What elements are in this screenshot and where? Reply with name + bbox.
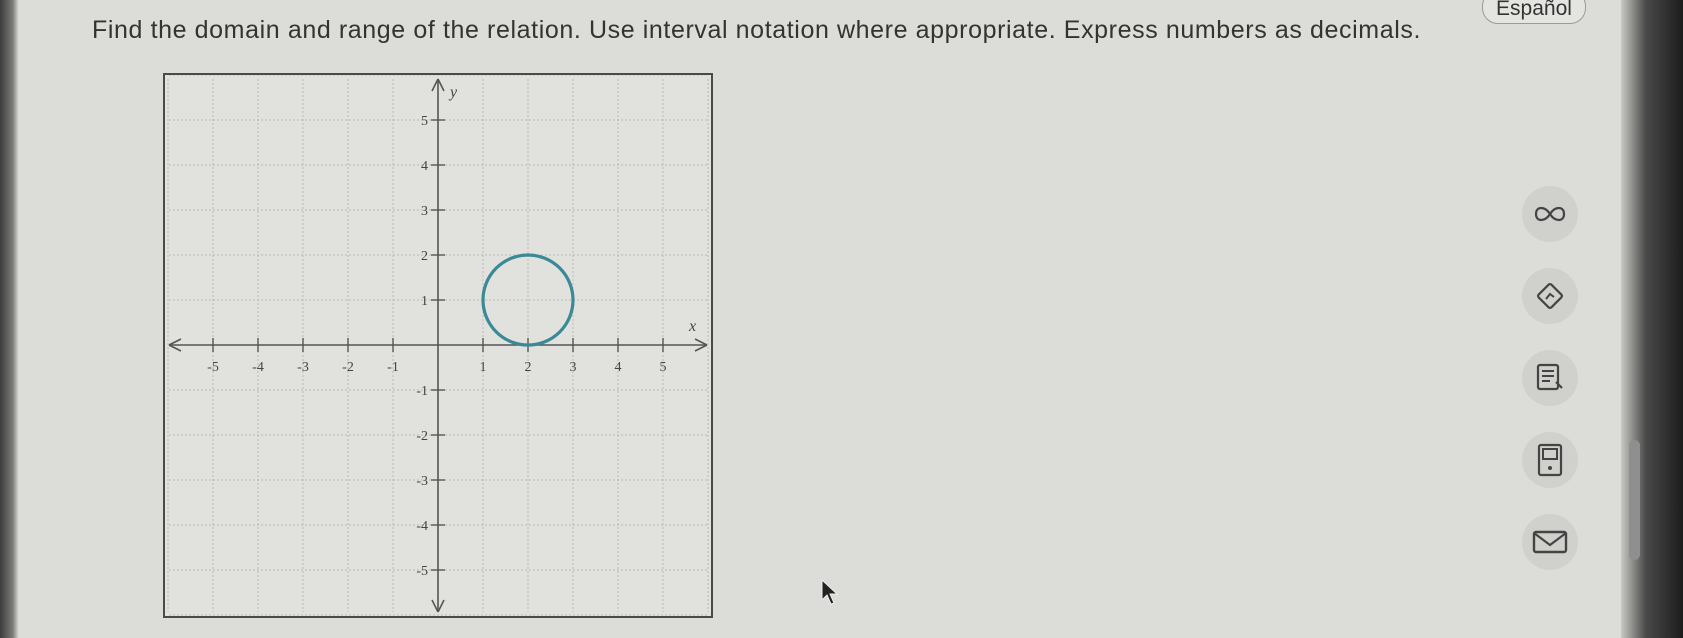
y-tick-label: -3 (416, 474, 428, 489)
espanol-button[interactable]: Español (1482, 0, 1586, 24)
y-tick-label: 2 (421, 249, 428, 264)
calculator-icon (1537, 443, 1563, 477)
x-tick-label: 5 (660, 360, 667, 375)
infinity-button[interactable] (1522, 186, 1578, 242)
x-tick-label: -3 (297, 360, 309, 375)
mouse-cursor-icon (821, 578, 839, 605)
x-tick-label: -5 (207, 360, 219, 375)
y-tick-label: 3 (421, 204, 428, 219)
y-axis-label: y (448, 84, 458, 101)
x-axis-label: x (688, 318, 696, 335)
left-bezel (0, 0, 18, 638)
coordinate-plane[interactable]: x y -5 -4 -3 -2 -1 1 2 3 4 5 5 4 3 2 1 -1 -2 -3 -4 -5 (165, 75, 711, 616)
y-tick-label: -5 (416, 564, 428, 579)
notes-button[interactable] (1522, 350, 1578, 406)
calculator-hint-icon (1537, 283, 1563, 309)
y-tick-label: 1 (421, 294, 428, 309)
calculator-button[interactable] (1522, 432, 1578, 488)
x-tick-label: -4 (252, 360, 264, 375)
question-text: Find the domain and range of the relatio… (92, 16, 1422, 44)
scrollbar[interactable] (1629, 440, 1640, 560)
x-tick-label: -2 (342, 360, 354, 375)
mail-icon (1532, 530, 1568, 554)
mail-button[interactable] (1522, 514, 1578, 570)
y-tick-label: 4 (421, 159, 428, 174)
x-tick-label: -1 (387, 360, 399, 375)
y-tick-label: -1 (416, 384, 428, 399)
x-tick-label: 4 (615, 360, 622, 375)
hint-button[interactable] (1522, 268, 1578, 324)
x-tick-label: 3 (570, 360, 577, 375)
infinity-icon (1534, 206, 1566, 222)
y-tick-label: -4 (416, 519, 428, 534)
y-tick-label: 5 (421, 114, 428, 129)
notes-icon (1536, 363, 1563, 391)
x-tick-label: 2 (525, 360, 532, 375)
y-tick-label: -2 (416, 429, 428, 444)
x-tick-label: 1 (480, 360, 487, 375)
graph-panel[interactable]: x y -5 -4 -3 -2 -1 1 2 3 4 5 5 4 3 2 1 -1 -2 -3 -4 -5 (163, 73, 713, 618)
